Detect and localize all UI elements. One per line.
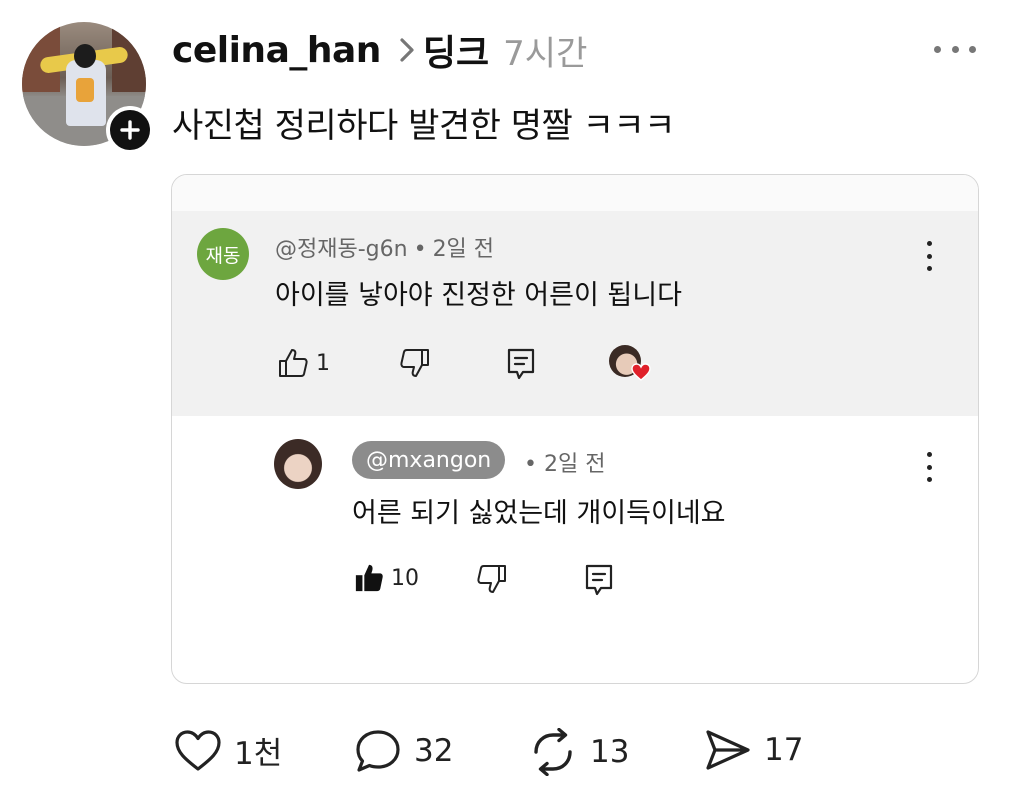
reply-reply (584, 563, 614, 597)
like-button[interactable]: 1천 (174, 728, 282, 773)
reply-like: 10 (353, 563, 419, 593)
dot (926, 464, 932, 470)
chevron-right-icon (399, 37, 415, 63)
reply-meta: • 2일 전 (524, 446, 605, 478)
reply-icon (585, 564, 613, 596)
comment-reply (506, 347, 536, 381)
post-time: 7시간 (503, 33, 588, 74)
embedded-screenshot[interactable]: 재동 @정재동-g6n • 2일 전 아이를 낳아야 진정한 어른이 됩니다 1 @… (171, 174, 979, 684)
like-count: 10 (391, 565, 419, 591)
avatar-photo-person (76, 78, 94, 102)
comment-author: @정재동-g6n (275, 237, 408, 262)
plus-icon (120, 120, 140, 140)
comment-time: 2일 전 (432, 237, 495, 262)
reply-avatar (274, 439, 322, 489)
dot (926, 452, 932, 457)
thumbs-up-filled-icon (355, 564, 383, 592)
like-count: 1 (316, 350, 330, 376)
comment-bubble-icon (356, 730, 400, 772)
dot (951, 45, 959, 53)
follow-plus-button[interactable] (106, 106, 154, 154)
dot (934, 45, 941, 53)
meta-separator: • (413, 237, 427, 262)
comment-meta: @정재동-g6n • 2일 전 (275, 231, 494, 263)
reply-text: 어른 되기 싫었는데 개이득이네요 (352, 498, 726, 529)
reply-icon (507, 348, 535, 380)
comment-dislike (398, 347, 432, 379)
username[interactable]: celina_han (172, 30, 381, 71)
thumbs-down-icon (477, 565, 506, 593)
screenshot-top-strip (172, 175, 978, 211)
send-icon (706, 730, 750, 770)
profile-avatar-wrap[interactable] (22, 22, 154, 154)
thumbs-down-icon (400, 349, 429, 377)
post-header: celina_han 딩크 7시간 (172, 24, 588, 76)
comment-count: 32 (414, 733, 454, 769)
heart-outline-icon (175, 729, 221, 771)
topic-tag[interactable]: 딩크 (423, 24, 489, 76)
more-options-button[interactable] (930, 36, 980, 62)
dot (926, 241, 932, 246)
kebab-menu-icon (924, 452, 934, 482)
repost-button[interactable]: 13 (528, 728, 629, 776)
like-count: 1천 (234, 736, 283, 772)
thumbs-up-icon (279, 349, 308, 377)
comment-text: 아이를 낳아야 진정한 어른이 됩니다 (275, 280, 682, 311)
kebab-menu-icon (924, 241, 934, 271)
comment-button[interactable]: 32 (354, 728, 453, 774)
reply-time: 2일 전 (543, 452, 606, 477)
share-count: 17 (764, 732, 804, 768)
avatar-photo-person (74, 44, 96, 68)
reply-dislike (475, 563, 509, 595)
meta-separator: • (524, 452, 537, 477)
commenter-avatar: 재동 (197, 228, 249, 280)
repost-icon (534, 728, 572, 776)
dot (926, 253, 932, 259)
post-caption: 사진첩 정리하다 발견한 명짤 ㅋㅋㅋ (172, 106, 675, 146)
creator-heart (609, 345, 651, 385)
dot (969, 45, 976, 53)
comment-like: 1 (276, 347, 330, 379)
mention-chip: @mxangon (352, 441, 506, 479)
repost-count: 13 (590, 734, 630, 770)
heart-icon (631, 363, 651, 381)
dot (926, 266, 932, 271)
share-button[interactable]: 17 (704, 728, 803, 772)
dot (926, 477, 932, 482)
